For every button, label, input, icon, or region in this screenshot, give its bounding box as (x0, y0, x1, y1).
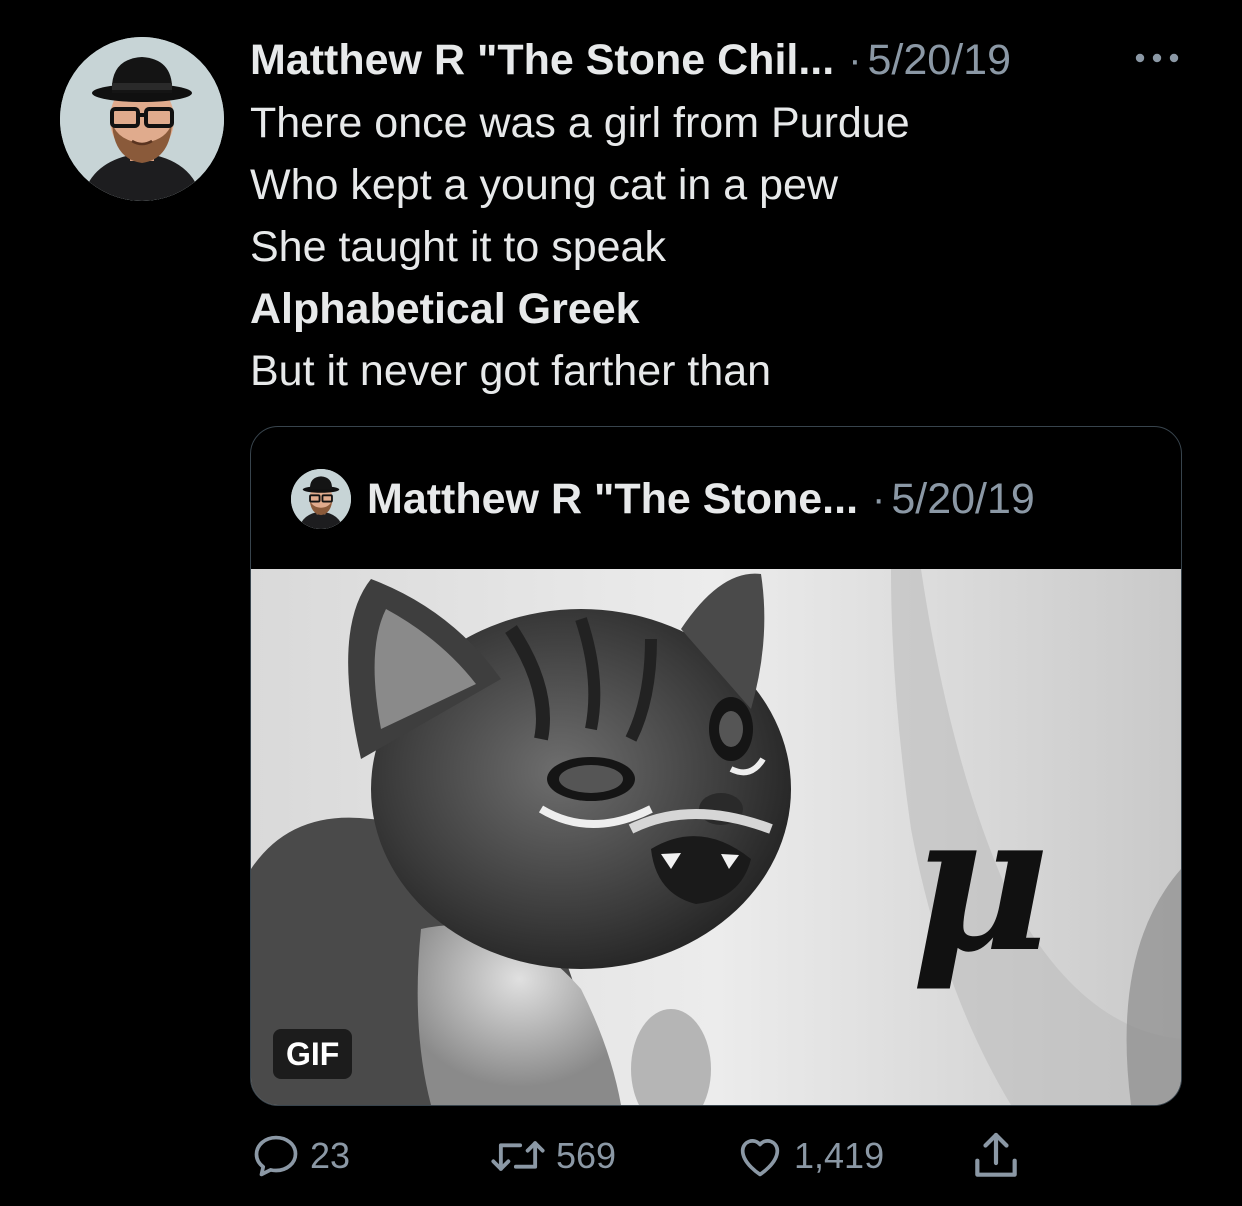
tweet-line: Alphabetical Greek (250, 285, 640, 333)
quoted-author-avatar (291, 469, 351, 529)
quoted-tweet[interactable]: Matthew R "The Stone... · 5/20/19 μ GIF (250, 426, 1182, 1106)
header-separator: · (848, 37, 862, 82)
kitten-gif-image: μ (251, 569, 1181, 1105)
share-upload-icon (975, 1132, 1017, 1177)
mu-glyph: μ (911, 771, 1050, 994)
author-name[interactable]: Matthew R "The Stone Chil... (250, 36, 834, 85)
gif-media[interactable]: μ GIF (251, 569, 1181, 1105)
quoted-tweet-date: 5/20/19 (891, 474, 1035, 523)
heart-icon (740, 1139, 780, 1177)
quoted-header-separator: · (872, 476, 886, 521)
tweet-actions: 23 569 1,419 (250, 1128, 1050, 1184)
retweet-button[interactable]: 569 (488, 1128, 616, 1184)
more-horizontal-icon (1135, 53, 1179, 63)
more-options-button[interactable] (1132, 46, 1182, 70)
tweet-header: Matthew R "The Stone Chil... · 5/20/19 (250, 32, 1011, 88)
retweet-count: 569 (556, 1135, 617, 1176)
quoted-author-name: Matthew R "The Stone... (367, 474, 859, 523)
tweet-line: But it never got farther than (250, 347, 772, 395)
share-button[interactable] (968, 1128, 1024, 1184)
tweet-date[interactable]: 5/20/19 (868, 36, 1011, 85)
author-avatar[interactable] (60, 37, 224, 201)
tweet-text: There once was a girl from Purdue Who ke… (250, 92, 1190, 402)
tweet[interactable]: Matthew R "The Stone Chil... · 5/20/19 T… (0, 0, 1242, 1206)
tweet-line: She taught it to speak (250, 223, 666, 271)
avatar-illustration-icon (291, 469, 351, 529)
gif-badge: GIF (273, 1029, 353, 1079)
quoted-tweet-header: Matthew R "The Stone... · 5/20/19 (291, 469, 1035, 529)
like-button[interactable]: 1,419 (734, 1128, 884, 1184)
tweet-line: There once was a girl from Purdue (250, 99, 910, 147)
reply-count: 23 (310, 1135, 351, 1176)
tweet-line: Who kept a young cat in a pew (250, 161, 839, 209)
reply-bubble-icon (254, 1135, 298, 1177)
avatar-illustration-icon (60, 37, 224, 201)
reply-button[interactable]: 23 (250, 1128, 350, 1184)
retweet-icon (491, 1141, 545, 1171)
like-count: 1,419 (794, 1135, 885, 1176)
